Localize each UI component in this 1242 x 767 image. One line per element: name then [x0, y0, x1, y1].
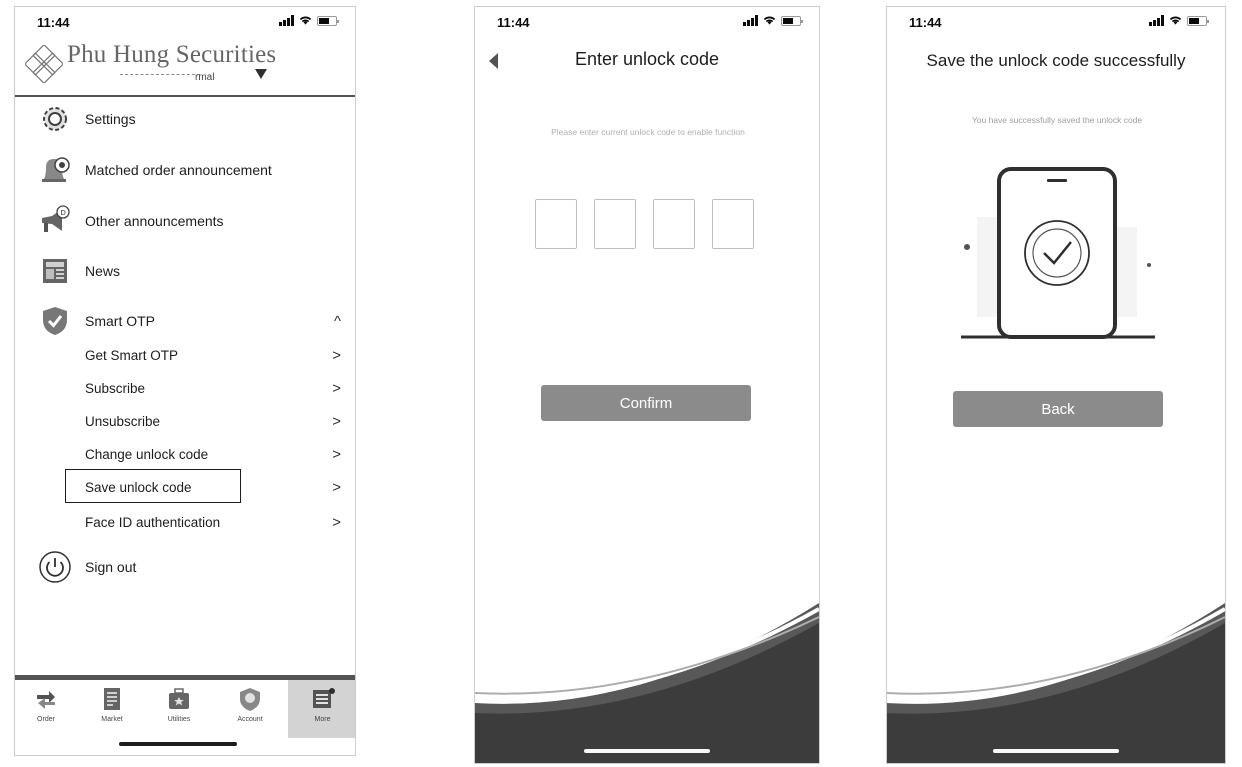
- battery-icon: [781, 15, 803, 26]
- gear-icon: [37, 101, 73, 137]
- code-digit-input-3[interactable]: [653, 199, 695, 249]
- cellular-signal-icon: [279, 15, 294, 26]
- chevron-right-icon: >: [332, 478, 341, 496]
- brand-header: Phu Hung Securities rmal: [15, 37, 355, 97]
- account-shield-icon: [240, 688, 260, 711]
- chevron-right-icon: >: [332, 346, 341, 364]
- system-icons: [1149, 15, 1209, 26]
- submenu-label: Change unlock code: [85, 446, 209, 462]
- chevron-right-icon: >: [332, 513, 341, 531]
- battery-icon: [1187, 15, 1209, 26]
- back-button[interactable]: Back: [953, 391, 1163, 427]
- menu-label: Smart OTP: [85, 313, 156, 329]
- chevron-up-icon[interactable]: ^: [334, 313, 341, 330]
- page-title: Enter unlock code: [574, 49, 720, 69]
- tab-label: Order: [37, 716, 55, 723]
- wifi-icon: [1169, 16, 1182, 25]
- phone-screen-more-menu: 11:44 Phu Hung Securities rmal Settings: [14, 6, 356, 756]
- code-digit-input-1[interactable]: [535, 199, 577, 249]
- account-dropdown-icon[interactable]: [255, 69, 267, 79]
- order-arrows-icon: [37, 691, 55, 709]
- submenu-get-smart-otp[interactable]: Get Smart OTP >: [15, 340, 355, 370]
- chevron-right-icon: >: [332, 445, 341, 463]
- svg-text:D: D: [61, 209, 66, 217]
- menu-label: Settings: [85, 111, 136, 127]
- page-title: Save the unlock code successfully: [926, 51, 1186, 70]
- home-indicator: [119, 742, 237, 746]
- cellular-signal-icon: [743, 15, 758, 26]
- submenu-label: Unsubscribe: [85, 413, 161, 429]
- phs-logo-icon: [25, 45, 63, 83]
- status-time: 11:44: [497, 15, 530, 30]
- shield-check-icon: [37, 303, 73, 339]
- menu-item-settings[interactable]: Settings: [15, 97, 355, 141]
- chevron-right-icon: >: [332, 412, 341, 430]
- tab-market[interactable]: Market: [81, 680, 143, 738]
- code-digit-input-2[interactable]: [594, 199, 636, 249]
- tab-label: Account: [237, 716, 263, 723]
- submenu-label: Subscribe: [85, 380, 146, 396]
- tab-label: More: [314, 716, 331, 723]
- submenu-subscribe[interactable]: Subscribe >: [15, 373, 355, 403]
- chevron-right-icon: >: [332, 379, 341, 397]
- submenu-label: Save unlock code: [85, 479, 192, 495]
- system-icons: [743, 15, 803, 26]
- menu-label: Matched order announcement: [85, 162, 272, 178]
- status-time: 11:44: [37, 15, 70, 30]
- tab-label: Market: [101, 716, 123, 723]
- market-document-icon: [104, 688, 120, 710]
- tab-account[interactable]: Account: [219, 680, 281, 738]
- tab-label: Utilities: [167, 716, 191, 723]
- menu-item-other-announcements[interactable]: D Other announcements: [15, 199, 355, 243]
- code-digit-input-4[interactable]: [712, 199, 754, 249]
- menu-label: Other announcements: [85, 213, 224, 229]
- wifi-icon: [299, 16, 312, 25]
- sign-out-label: Sign out: [85, 559, 137, 575]
- cellular-signal-icon: [1149, 15, 1164, 26]
- more-menu-icon: [312, 688, 335, 708]
- phone-screen-enter-unlock-code: 11:44 Enter unlock code Please enter cur…: [474, 6, 820, 764]
- confirm-button[interactable]: Confirm: [541, 385, 751, 421]
- decorative-wave-footer: [887, 603, 1225, 763]
- submenu-save-unlock-code[interactable]: Save unlock code >: [15, 472, 355, 502]
- phone-checkmark-illustration: [961, 167, 1155, 339]
- battery-icon: [317, 15, 339, 26]
- success-message: You have successfully saved the unlock c…: [971, 115, 1143, 125]
- power-icon: [37, 549, 73, 585]
- utilities-toolbox-icon: [169, 688, 189, 709]
- tab-utilities[interactable]: Utilities: [148, 680, 210, 738]
- tab-order[interactable]: Order: [15, 680, 77, 738]
- submenu-face-id[interactable]: Face ID authentication >: [15, 507, 355, 537]
- bell-icon: [37, 152, 73, 188]
- unlock-code-hint: Please enter current unlock code to enab…: [551, 127, 745, 137]
- system-icons: [279, 15, 339, 26]
- menu-item-smart-otp[interactable]: Smart OTP ^: [15, 299, 355, 343]
- status-time: 11:44: [909, 15, 942, 30]
- submenu-label: Get Smart OTP: [85, 347, 179, 363]
- account-type-label: rmal: [195, 72, 215, 83]
- sign-out-button[interactable]: Sign out: [15, 545, 355, 589]
- home-indicator: [993, 749, 1119, 753]
- decorative-wave-footer: [475, 603, 819, 763]
- account-number-masked: [120, 74, 200, 75]
- status-bar: 11:44: [887, 7, 1225, 37]
- submenu-unsubscribe[interactable]: Unsubscribe >: [15, 406, 355, 436]
- menu-label: News: [85, 263, 121, 279]
- wifi-icon: [763, 16, 776, 25]
- home-indicator: [584, 749, 710, 753]
- status-bar: 11:44: [15, 7, 355, 37]
- megaphone-icon: D: [37, 203, 73, 239]
- brand-name: Phu Hung Securities: [67, 41, 277, 68]
- tab-more[interactable]: More: [288, 680, 355, 738]
- phone-screen-save-success: 11:44 Save the unlock code successfully …: [886, 6, 1226, 764]
- newspaper-icon: [37, 253, 73, 289]
- status-bar: 11:44: [475, 7, 819, 37]
- menu-item-matched-order[interactable]: Matched order announcement: [15, 148, 355, 192]
- submenu-change-unlock-code[interactable]: Change unlock code >: [15, 439, 355, 469]
- submenu-label: Face ID authentication: [85, 514, 221, 530]
- menu-item-news[interactable]: News: [15, 249, 355, 293]
